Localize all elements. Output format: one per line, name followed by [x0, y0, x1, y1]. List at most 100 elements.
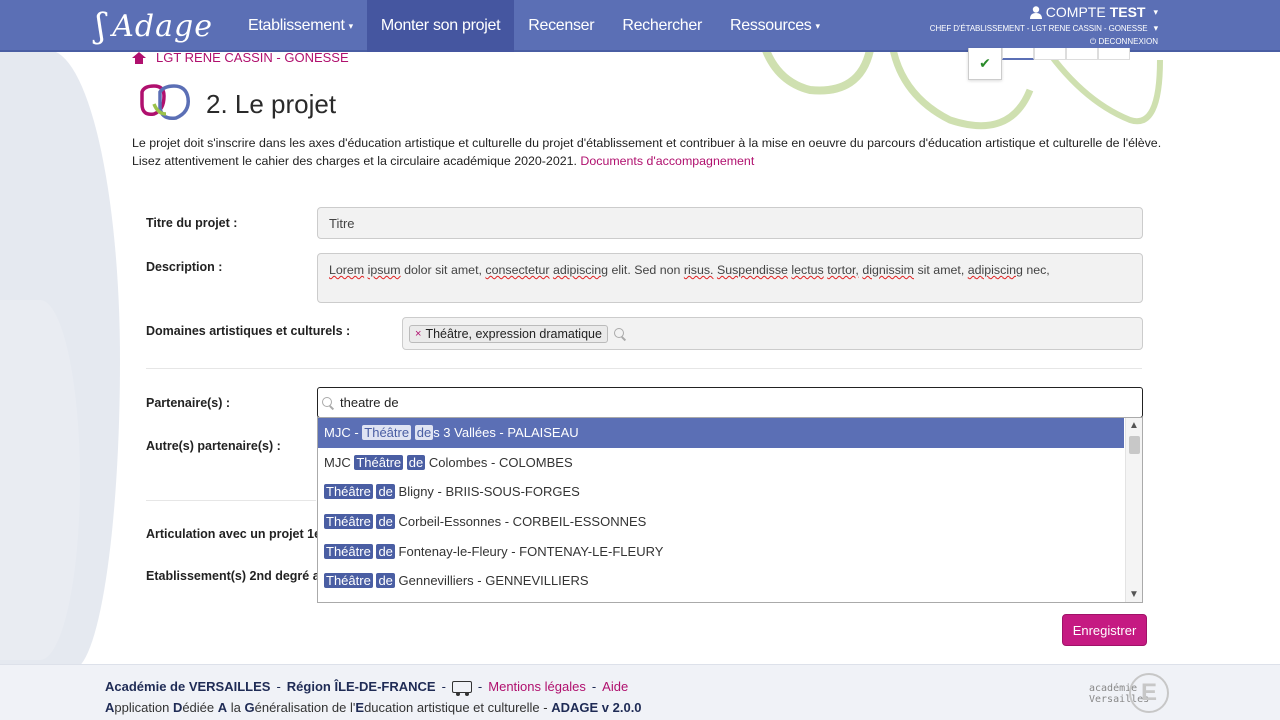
nav-rechercher[interactable]: Rechercher	[608, 0, 716, 52]
partenaires-dropdown: MJC - Théâtre de s 3 Vallées - PALAISEAU M…	[317, 417, 1143, 603]
search-value: theatre de	[340, 395, 399, 410]
caret-down-icon: ▾	[348, 20, 354, 31]
account-role: CHEF D'ÉTABLISSEMENT - LGT RENE CASSIN -…	[930, 23, 1158, 34]
match-highlight: Théâtre	[324, 543, 373, 559]
footer-sep: -	[591, 679, 597, 694]
step-tab[interactable]	[1066, 48, 1098, 60]
domaine-tag: × Théâtre, expression dramatique	[409, 324, 608, 343]
partner-option[interactable]: Théâtre de Gennevilliers - GENNEVILLIERS	[318, 566, 1124, 596]
page-title: 2. Le projet	[206, 88, 337, 119]
tagline-word: ducation artistique et culturelle -	[364, 700, 552, 715]
account-menu[interactable]: COMPTE TEST ▾ CHEF D'ÉTABLISSEMENT - LGT…	[930, 4, 1158, 47]
account-label: COMPTE	[1045, 4, 1106, 20]
intro-text: Le projet doit s'inscrire dans les axes …	[132, 134, 1162, 170]
titre-label: Titre du projet :	[146, 216, 238, 230]
partner-option[interactable]: Théâtre de Bligny - BRIIS-SOUS-FORGES	[318, 477, 1124, 507]
logout-link[interactable]: ⏻ DECONNEXION	[930, 37, 1158, 47]
option-text: Bligny - BRIIS-SOUS-FORGES	[394, 484, 580, 500]
domaines-select[interactable]: × Théâtre, expression dramatique	[402, 317, 1143, 350]
partner-option[interactable]: MJC Théâtre de Colombes - COLOMBES	[318, 448, 1124, 478]
footer-tagline: Application Dédiée A la Généralisation d…	[105, 700, 642, 715]
home-icon[interactable]	[132, 51, 146, 64]
nav-ressources[interactable]: Ressources ▾	[716, 0, 834, 52]
titre-input[interactable]: Titre	[317, 207, 1143, 239]
version: ADAGE v 2.0.0	[551, 700, 642, 715]
divider	[146, 500, 316, 501]
match-highlight: Théâtre	[324, 484, 373, 500]
check-icon: ✔	[979, 55, 991, 71]
breadcrumb-school[interactable]: LGT RENE CASSIN - GONESSE	[156, 50, 349, 65]
save-button[interactable]: Enregistrer	[1062, 614, 1147, 646]
dropdown-scrollbar[interactable]: ▲ ▼	[1125, 418, 1142, 602]
main-menu: Etablissement ▾ Monter son projet Recense…	[234, 0, 834, 52]
account-role-text: CHEF D'ÉTABLISSEMENT - LGT RENE CASSIN -…	[929, 24, 1148, 33]
match-highlight: Théâtre	[362, 425, 412, 441]
articulation-label: Articulation avec un projet 1e	[146, 527, 322, 541]
option-text: Gennevilliers - GENNEVILLIERS	[394, 573, 589, 589]
documents-link[interactable]: Documents d'accompagnement	[580, 154, 754, 168]
etablissements-label: Etablissement(s) 2nd degré as	[146, 569, 327, 583]
nav-monter-label: Monter son projet	[380, 17, 501, 34]
footer-region: Région ÎLE-DE-FRANCE	[286, 679, 436, 694]
scroll-down-icon[interactable]: ▼	[1129, 589, 1139, 600]
caret-down-icon: ▾	[815, 20, 821, 31]
scroll-up-icon[interactable]: ▲	[1129, 420, 1139, 431]
nav-monter-son-projet[interactable]: Monter son projet	[366, 0, 515, 52]
aide-link[interactable]: Aide	[602, 679, 628, 694]
search-icon	[322, 396, 334, 409]
footer-academie: Académie de VERSAILLES	[105, 679, 271, 694]
tagline-initial: G	[244, 700, 255, 715]
description-word: sit	[435, 263, 448, 277]
caret-down-icon: ▾	[1153, 6, 1158, 17]
description-word: tortor,	[827, 263, 859, 277]
match-highlight: Théâtre	[354, 454, 404, 470]
adage-logo[interactable]: ʃ Adage	[96, 6, 213, 46]
description-word: sit	[917, 263, 930, 277]
description-word: ipsum	[367, 263, 401, 277]
divider	[146, 368, 1142, 369]
mentions-legales-link[interactable]: Mentions légales	[488, 679, 586, 694]
tagline-initial: E	[355, 700, 365, 715]
description-word: Sed	[634, 263, 657, 277]
account-header[interactable]: COMPTE TEST ▾	[930, 4, 1158, 20]
nav-etablissement[interactable]: Etablissement ▾	[234, 0, 367, 52]
tagline-word: énéralisation de l'	[254, 700, 356, 715]
footer-sep: -	[276, 679, 281, 694]
academie-versailles-logo: académie Versailles E	[1085, 671, 1175, 717]
footer: Académie de VERSAILLES - Région ÎLE-DE-F…	[0, 664, 1280, 720]
match-highlight: de	[376, 543, 395, 559]
truck-icon[interactable]	[451, 680, 472, 696]
tagline-text: Application Dédiée A la Généralisation d…	[105, 700, 551, 715]
description-textarea[interactable]: Lorem ipsum dolor sit amet, consectetur …	[317, 253, 1143, 303]
tagline-initial: A	[217, 700, 228, 715]
description-word: nec,	[1026, 263, 1050, 277]
step-tab-current[interactable]	[1002, 48, 1034, 60]
nav-recenser-label: Recenser	[528, 17, 595, 34]
titre-placeholder: Titre	[329, 215, 355, 231]
partner-option[interactable]: Théâtre de Fontenay-le-Fleury - FONTENAY…	[318, 536, 1124, 566]
step-tab[interactable]	[1098, 48, 1130, 60]
description-word: elit.	[611, 263, 631, 277]
step-tab-complete[interactable]: ✔	[968, 48, 1002, 80]
user-icon	[1029, 5, 1042, 19]
logo-text: Adage	[112, 8, 213, 44]
match-highlight: de	[376, 514, 395, 530]
tagline-word: édiée	[182, 700, 218, 715]
description-word: amet,	[450, 263, 482, 277]
description-word: adipiscing	[552, 263, 609, 277]
partenaires-search-input[interactable]: theatre de	[317, 387, 1143, 418]
option-list: MJC - Théâtre de s 3 Vallées - PALAISEAU M…	[318, 418, 1142, 596]
option-text: Corbeil-Essonnes - CORBEIL-ESSONNES	[394, 514, 647, 530]
step-tab[interactable]	[1034, 48, 1066, 60]
domaine-tag-label: Théâtre, expression dramatique	[425, 326, 602, 341]
tag-remove-icon[interactable]: ×	[415, 328, 421, 340]
footer-sep: -	[441, 679, 446, 694]
match-highlight: de	[414, 425, 434, 441]
scroll-thumb[interactable]	[1129, 436, 1140, 454]
nav-etablissement-label: Etablissement	[248, 17, 345, 34]
partner-option[interactable]: Théâtre de Corbeil-Essonnes - CORBEIL-ES…	[318, 507, 1124, 537]
partner-option[interactable]: MJC - Théâtre de s 3 Vallées - PALAISEAU	[318, 418, 1124, 448]
option-text: MJC	[324, 454, 355, 470]
nav-recenser[interactable]: Recenser	[514, 0, 608, 52]
match-highlight: de	[406, 454, 426, 470]
